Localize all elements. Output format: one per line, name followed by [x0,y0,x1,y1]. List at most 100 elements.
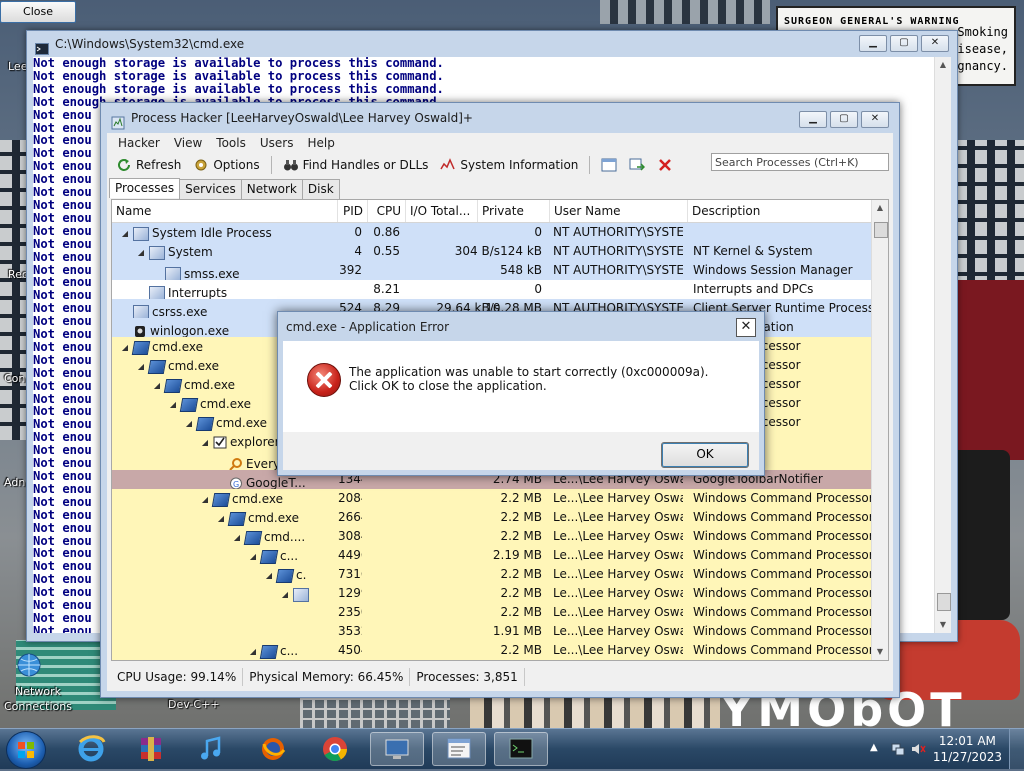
system-information-button[interactable]: System Information [435,156,583,174]
devcpp-label[interactable]: Dev-C++ [168,698,220,711]
expand-triangle-icon[interactable]: ◢ [248,547,258,565]
menu-hacker[interactable]: Hacker [111,133,167,153]
table-scrollbar[interactable]: ▲ ▼ [871,200,888,660]
expand-triangle-icon[interactable]: ◢ [200,433,210,451]
table-row[interactable]: ◢ c... 4496 2.19 MB Le...\Lee Harvey Oswald W… [112,546,888,565]
find-window-kill-button[interactable] [652,156,678,174]
find-window-button[interactable] [596,156,622,174]
close-icon[interactable]: ✕ [921,35,949,52]
expand-triangle-icon[interactable]: ◢ [200,490,210,508]
refresh-button[interactable]: Refresh [111,156,186,174]
table-row[interactable]: ◢ cmd.exe 2084 2.2 MB Le...\Lee Harvey Oswal… [112,489,888,508]
tab-processes[interactable]: Processes [109,178,181,198]
scroll-thumb[interactable] [937,593,951,611]
expand-triangle-icon[interactable]: ◢ [248,642,258,660]
minimize-button[interactable]: ▁ [799,111,827,128]
table-row[interactable]: ◢ cmd.... 3084 2.2 MB Le...\Lee Harvey Oswal… [112,527,888,546]
table-row[interactable]: smss.exe 392 548 kB NT AUTHORITY\SYSTEM Wind… [112,261,888,280]
expand-triangle-icon[interactable]: ◢ [136,357,146,375]
winrar-icon[interactable] [124,732,178,766]
expand-triangle-icon[interactable]: ◢ [136,243,146,261]
expand-triangle-icon[interactable]: ◢ [232,528,242,546]
expand-triangle-icon[interactable]: ◢ [216,509,226,527]
table-row[interactable]: Interrupts 8.21 0 Interrupts and DPCs [112,280,888,299]
tab-network[interactable]: Network [240,179,303,199]
expand-triangle-icon[interactable]: ◢ [280,585,290,603]
tab-services[interactable]: Services [179,179,242,199]
table-row[interactable]: 23508 2.2 MB Le...\Lee Harvey Oswald Window… [112,603,888,622]
volume-icon[interactable] [910,741,926,760]
find-window-thread-button[interactable] [624,156,650,174]
column-pid[interactable]: PID [338,200,368,222]
scroll-down-icon[interactable]: ▼ [935,617,951,633]
minimize-button[interactable]: ▁ [859,35,887,52]
scroll-up-icon[interactable]: ▲ [872,200,888,216]
column-user-name[interactable]: User Name [550,200,688,222]
clock-time: 12:01 AM [938,734,996,748]
process-hacker-taskbar-icon[interactable] [432,732,486,766]
desktop-label-fragment[interactable]: Rec [8,268,28,281]
network-status-icon[interactable] [890,741,906,760]
dialog-title-bar[interactable]: cmd.exe - Application Error ✕ [278,312,764,340]
table-row[interactable]: ◢ cmd.exe 2664 2.2 MB Le...\Lee Harvey Oswal… [112,508,888,527]
expand-triangle-icon[interactable]: ◢ [152,376,162,394]
ok-button[interactable]: OK [661,442,749,468]
search-processes-input[interactable]: Search Processes (Ctrl+K) [711,153,889,171]
column-io-total[interactable]: I/O Total... [406,200,478,222]
desktop-label-fragment[interactable]: Lee [8,60,27,73]
network-connections-label[interactable]: Network Connections [2,684,74,714]
table-row[interactable]: ◢ c. 7316 2.2 MB Le...\Lee Harvey Oswald Wind… [112,565,888,584]
ph-title-bar[interactable]: Process Hacker [LeeHarveyOswald\Lee Harv… [101,103,899,133]
table-row[interactable]: ◢ 12992 2.2 MB Le...\Lee Harvey Oswald Windo… [112,584,888,603]
cell-cpu [366,622,400,641]
menu-tools[interactable]: Tools [209,133,253,153]
cmd-scrollbar[interactable]: ▲ ▼ [934,57,951,633]
maximize-button[interactable]: ▢ [890,35,918,52]
column-cpu[interactable]: CPU [368,200,406,222]
firefox-icon[interactable] [246,732,300,766]
table-row[interactable]: ◢ c... 4504 2.2 MB Le...\Lee Harvey Oswald Wi… [112,641,888,660]
close-button[interactable]: Close [0,1,76,23]
expand-triangle-icon[interactable]: ◢ [184,414,194,432]
scroll-up-icon[interactable]: ▲ [935,57,951,73]
gear-icon [195,159,207,171]
table-row[interactable]: ◢ System 4 0.55 304 B/s 124 kB NT AUTHORITY\SY… [112,242,888,261]
tab-disk[interactable]: Disk [301,179,340,199]
computer-icon[interactable] [370,732,424,766]
internet-explorer-icon[interactable] [64,732,118,766]
find-handles-button[interactable]: Find Handles or DLLs [278,156,434,174]
cell-cpu: 0.55 [373,244,400,258]
start-button[interactable] [6,731,46,769]
expand-triangle-icon[interactable]: ◢ [264,566,274,584]
table-row[interactable]: 35320 1.91 MB Le...\Lee Harvey Oswald Windo… [112,622,888,641]
column-description[interactable]: Description [688,200,872,222]
cell-pid: 4 [354,244,362,258]
expand-triangle-icon[interactable]: ◢ [120,338,130,356]
desktop-label-fragment[interactable]: Con [4,372,25,385]
scroll-thumb[interactable] [874,222,888,238]
options-button[interactable]: Options [188,156,264,174]
cmd-title-bar[interactable]: C:\Windows\System32\cmd.exe ▁ ▢ ✕ [27,31,957,57]
network-globe-icon[interactable] [16,652,42,681]
expand-triangle-icon[interactable]: ◢ [168,395,178,413]
column-private-bytes[interactable]: Private B... [478,200,550,240]
menu-help[interactable]: Help [300,133,341,153]
show-desktop-button[interactable] [1009,729,1024,769]
expand-triangle-icon[interactable]: ◢ [120,224,130,242]
itunes-icon[interactable] [184,732,238,766]
desktop-label-fragment[interactable]: Adn [4,476,25,489]
close-icon[interactable]: ✕ [736,318,756,337]
close-icon[interactable]: ✕ [861,111,889,128]
scroll-down-icon[interactable]: ▼ [872,644,888,660]
maximize-button[interactable]: ▢ [830,111,858,128]
chrome-icon[interactable] [308,732,362,766]
tray-expand-icon[interactable]: ▲ [870,742,878,753]
cell-pid: 4496 [338,548,362,562]
table-row[interactable]: ◢ System Idle Process 0 0.86 0 NT AUTHORITY\S… [112,223,888,242]
menu-view[interactable]: View [167,133,209,153]
menu-users[interactable]: Users [253,133,301,153]
application-error-dialog[interactable]: cmd.exe - Application Error ✕ The applic… [277,311,765,476]
clock[interactable]: 12:01 AM 11/27/2023 [933,733,1002,765]
cmd-taskbar-icon[interactable] [494,732,548,766]
column-name[interactable]: Name [112,200,338,222]
